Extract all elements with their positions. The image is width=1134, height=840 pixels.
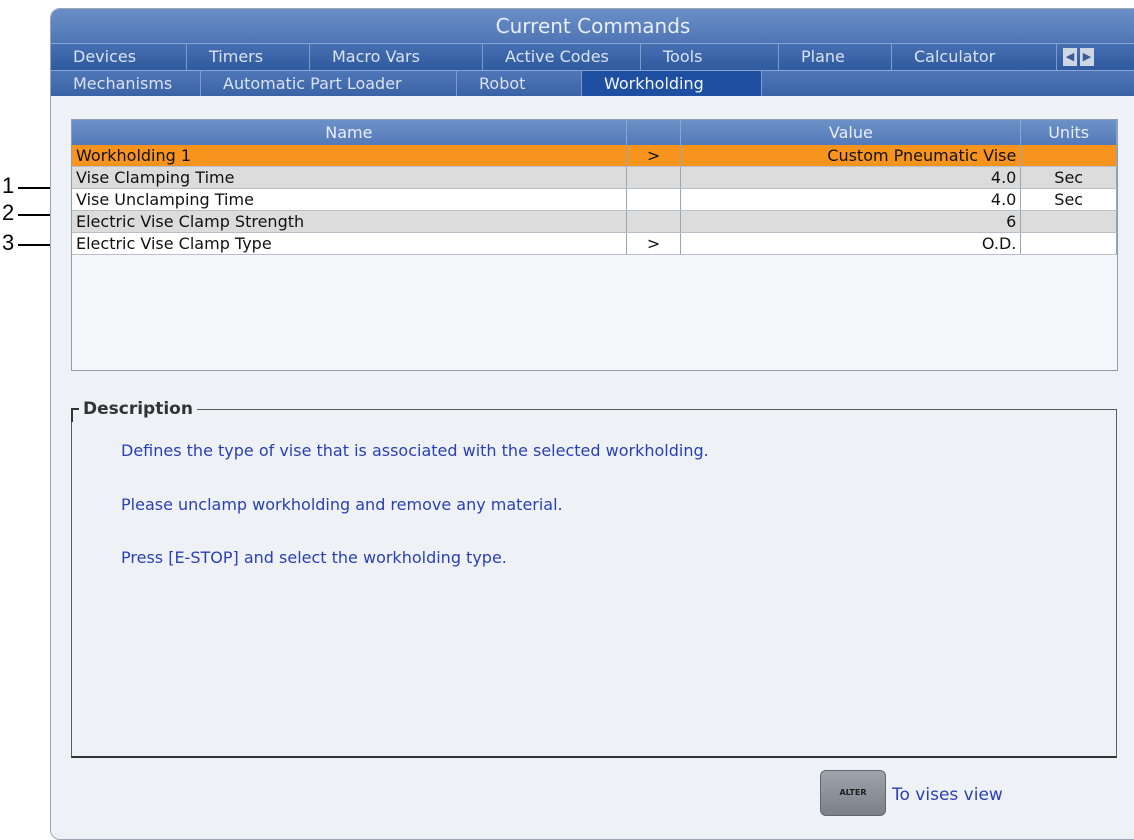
- row-value: 4.0: [680, 188, 1022, 211]
- table-row[interactable]: Vise Unclamping Time 4.0 Sec: [72, 188, 1117, 211]
- tab-macro-vars[interactable]: Macro Vars: [310, 44, 483, 70]
- tab-robot[interactable]: Robot: [457, 71, 582, 96]
- row-name: Electric Vise Clamp Strength: [72, 210, 627, 233]
- row-units: [1020, 232, 1117, 255]
- row-value: Custom Pneumatic Vise: [680, 145, 1022, 167]
- settings-table: Name Value Units Workholding 1 > Custom …: [71, 119, 1118, 371]
- row-units: [1020, 210, 1117, 233]
- scroll-left-icon[interactable]: ◀: [1063, 48, 1077, 66]
- tab-active-codes[interactable]: Active Codes: [483, 44, 641, 70]
- tab-timers[interactable]: Timers: [187, 44, 310, 70]
- row-units: [1020, 145, 1117, 167]
- tab-devices[interactable]: Devices: [51, 44, 187, 70]
- tab-plane[interactable]: Plane: [779, 44, 892, 70]
- row-arrow: >: [626, 145, 682, 167]
- description-panel: [71, 409, 1117, 758]
- tab-automatic-part-loader[interactable]: Automatic Part Loader: [201, 71, 457, 96]
- description-line: Press [E-STOP] and select the workholdin…: [121, 548, 507, 567]
- table-row[interactable]: Electric Vise Clamp Strength 6: [72, 210, 1117, 233]
- row-value: 6: [680, 210, 1022, 233]
- tab-row-primary: Devices Timers Macro Vars Active Codes T…: [51, 43, 1134, 70]
- tab-workholding[interactable]: Workholding: [582, 71, 762, 96]
- row-name: Vise Clamping Time: [72, 166, 627, 189]
- row-arrow: [626, 166, 682, 189]
- tab-scroll-arrows: ◀ ▶: [1057, 44, 1094, 70]
- description-line: Please unclamp workholding and remove an…: [121, 495, 563, 514]
- scroll-right-icon[interactable]: ▶: [1080, 48, 1094, 66]
- row-name: Vise Unclamping Time: [72, 188, 627, 211]
- column-header-value: Value: [680, 120, 1022, 145]
- table-row[interactable]: Electric Vise Clamp Type > O.D.: [72, 232, 1117, 255]
- row-arrow: [626, 210, 682, 233]
- row-arrow: >: [626, 232, 682, 255]
- row-value: 4.0: [680, 166, 1022, 189]
- alter-button[interactable]: ALTER: [820, 770, 886, 816]
- to-vises-view-label: To vises view: [892, 785, 1003, 805]
- tab-row-secondary: Mechanisms Automatic Part Loader Robot W…: [51, 70, 1134, 96]
- window-title: Current Commands: [51, 9, 1134, 43]
- current-commands-window: Current Commands Devices Timers Macro Va…: [50, 8, 1134, 840]
- column-header-units: Units: [1020, 120, 1117, 145]
- description-heading: Description: [79, 399, 197, 419]
- row-units: Sec: [1020, 188, 1117, 211]
- row-arrow: [626, 188, 682, 211]
- row-name: Workholding 1: [72, 145, 627, 167]
- tab-tools[interactable]: Tools: [641, 44, 779, 70]
- row-units: Sec: [1020, 166, 1117, 189]
- table-row[interactable]: Workholding 1 > Custom Pneumatic Vise: [72, 145, 1117, 167]
- callout-1: 1: [2, 173, 15, 198]
- callout-3: 3: [2, 230, 15, 255]
- table-row[interactable]: Vise Clamping Time 4.0 Sec: [72, 166, 1117, 189]
- description-line: Defines the type of vise that is associa…: [121, 441, 709, 460]
- row-name: Electric Vise Clamp Type: [72, 232, 627, 255]
- column-header-name: Name: [72, 120, 627, 145]
- column-header-arrow: [626, 120, 682, 145]
- tab-calculator[interactable]: Calculator: [892, 44, 1057, 70]
- callout-2: 2: [2, 200, 15, 225]
- tab-mechanisms[interactable]: Mechanisms: [51, 71, 201, 96]
- row-value: O.D.: [680, 232, 1022, 255]
